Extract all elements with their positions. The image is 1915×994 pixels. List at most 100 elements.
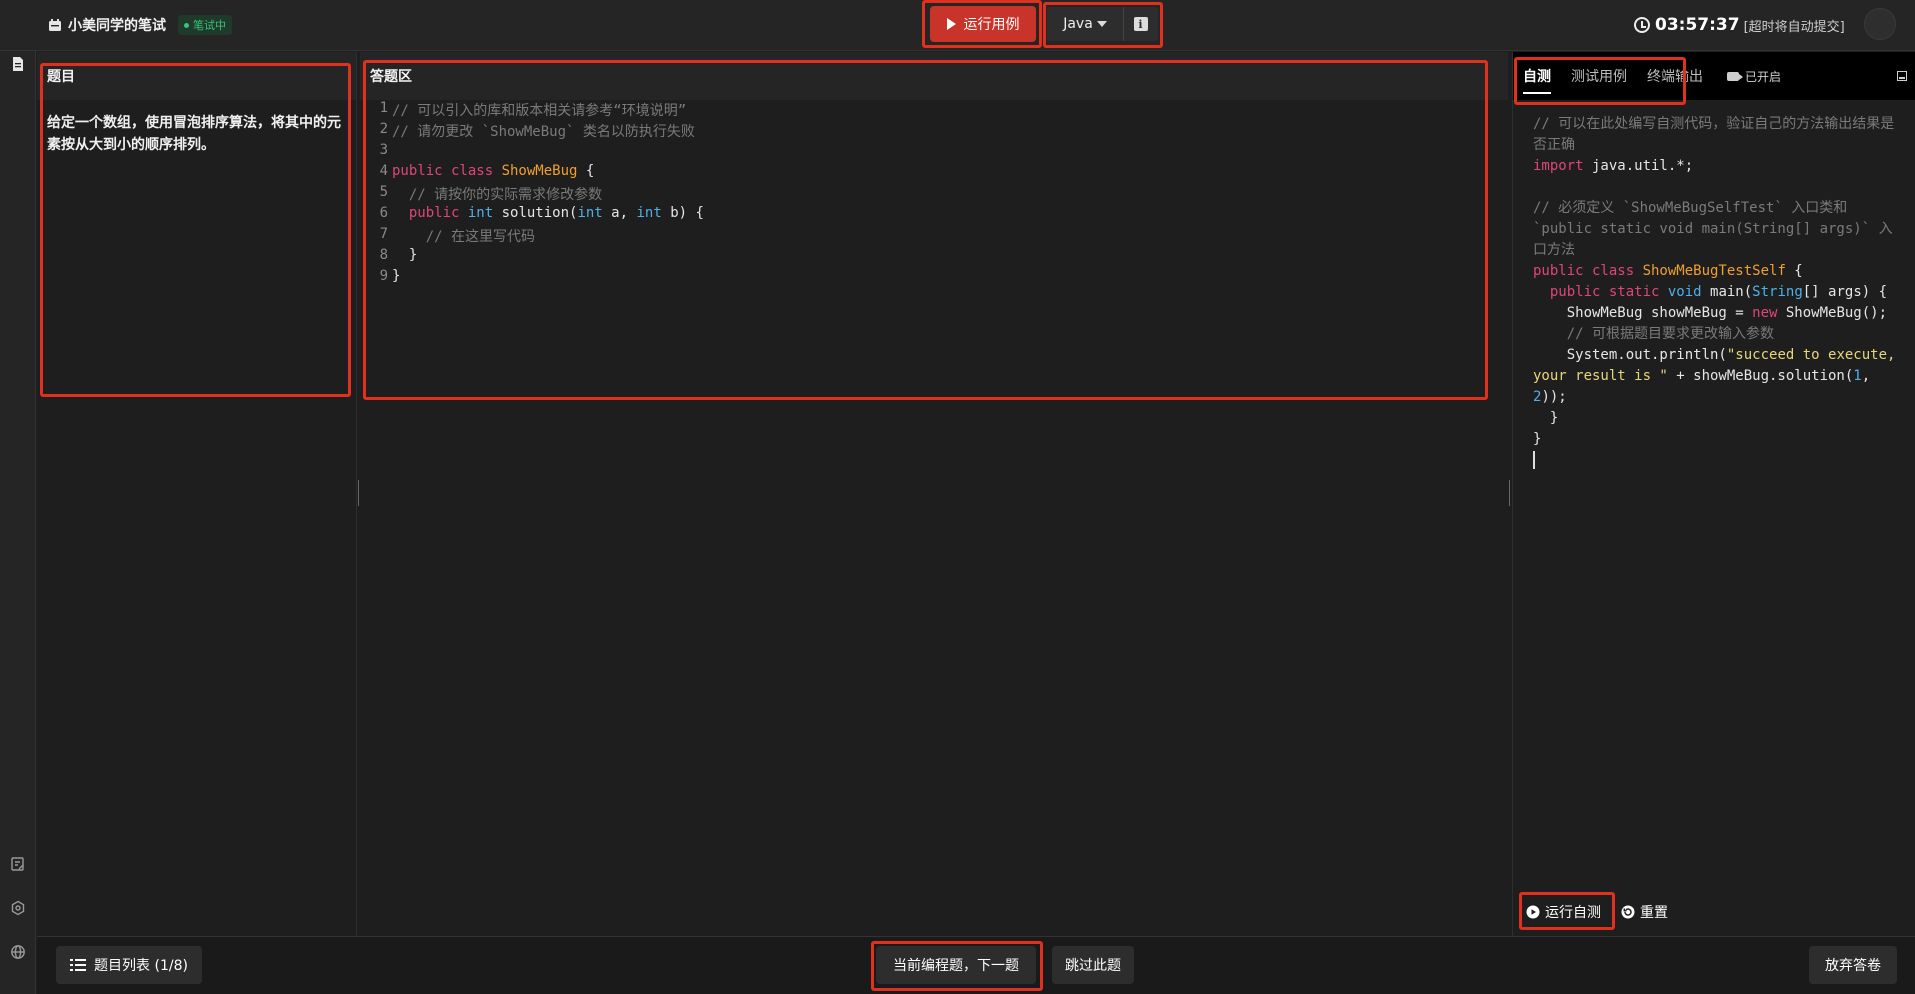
code-token: a, — [602, 205, 637, 221]
next-question-button[interactable]: 当前编程题，下一题 — [876, 946, 1036, 984]
code-text: } — [392, 268, 400, 289]
line-number: 7 — [379, 226, 388, 242]
tab-self-test[interactable]: 自测 — [1513, 52, 1561, 100]
code-token: // 可以在此处编写自测代码，验证自己的方法输出结果是否正确 — [1533, 116, 1895, 153]
code-token: , — [1861, 368, 1879, 384]
code-text: // 请勿更改 `ShowMeBug` 类名以防执行失败 — [392, 121, 695, 142]
language-select[interactable]: Java — [1047, 7, 1123, 41]
code-token: new — [1752, 305, 1778, 321]
skip-question-button[interactable]: 跳过此题 — [1052, 946, 1134, 984]
question-list-label: 题目列表 (1/8) — [94, 958, 188, 974]
timer-value: 03:57:37 — [1655, 15, 1740, 35]
clock-icon — [1634, 17, 1650, 33]
code-token: import — [1533, 158, 1584, 174]
timer-note: [超时将自动提交] — [1743, 19, 1845, 35]
countdown-timer: 03:57:37 [超时将自动提交] — [1634, 13, 1845, 37]
code-token: { — [577, 163, 595, 179]
tab-terminal-output[interactable]: 终端输出 — [1637, 52, 1713, 100]
globe-icon[interactable] — [8, 942, 28, 962]
reset-icon — [1621, 905, 1635, 919]
info-button[interactable]: i — [1123, 7, 1157, 41]
run-self-test-button[interactable]: 运行自测 — [1520, 898, 1607, 926]
code-token: public class — [392, 163, 502, 179]
code-token: // 必须定义 `ShowMeBugSelfTest` 入口类和 `public… — [1533, 200, 1893, 258]
abandon-exam-button[interactable]: 放弃答卷 — [1809, 946, 1897, 984]
self-test-cursor-line — [1533, 450, 1905, 471]
language-toolbar: Java i — [1047, 7, 1158, 41]
code-line: 1// 可以引入的库和版本相关请参考“环境说明” — [360, 100, 1508, 121]
line-number: 4 — [379, 163, 388, 179]
line-number: 1 — [379, 100, 388, 116]
code-line: 4 public class ShowMeBug { — [360, 163, 1508, 184]
self-test-line: System.out.println("succeed to execute, … — [1533, 345, 1905, 408]
run-self-test-label: 运行自测 — [1545, 905, 1601, 921]
code-token: System.out.println( — [1533, 347, 1727, 363]
self-test-editor[interactable]: // 可以在此处编写自测代码，验证自己的方法输出结果是否正确 import jav… — [1513, 100, 1915, 471]
avatar[interactable] — [1864, 8, 1896, 40]
settings-icon[interactable] — [8, 898, 28, 918]
code-token: 1 — [1853, 368, 1862, 384]
code-token: // 请按你的实际需求修改参数 — [392, 187, 603, 203]
self-test-line: public class ShowMeBugTestSelf { — [1533, 261, 1905, 282]
left-sidebar — [0, 0, 36, 994]
code-line: 3 — [360, 142, 1508, 163]
code-token: ShowMeBug showMeBug = — [1533, 305, 1753, 321]
line-number: 6 — [379, 205, 388, 221]
code-token: public class — [1533, 263, 1643, 279]
line-number: 2 — [379, 121, 388, 137]
line-number: 8 — [379, 247, 388, 263]
code-editor[interactable]: 1// 可以引入的库和版本相关请参考“环境说明” 2// 请勿更改 `ShowMe… — [360, 100, 1508, 289]
code-token: // 可根据题目要求更改输入参数 — [1533, 326, 1775, 342]
camera-icon — [1727, 71, 1743, 81]
code-token: } — [1533, 410, 1559, 426]
code-token: ShowMeBug(); — [1777, 305, 1888, 321]
recording-status: 已开启 — [1727, 68, 1781, 85]
run-testcase-label: 运行用例 — [963, 17, 1020, 33]
test-panel: 自测 测试用例 终端输出 已开启 // 可以在此处编写自测代码，验证自己的方法输… — [1512, 52, 1915, 936]
code-token: b) { — [661, 205, 704, 221]
exam-calendar-icon — [49, 19, 61, 31]
code-token: int — [467, 205, 494, 221]
code-token: void — [1667, 284, 1702, 300]
status-badge: 笔试中 — [178, 15, 232, 35]
run-testcase-button[interactable]: 运行用例 — [930, 6, 1036, 42]
tab-test-cases[interactable]: 测试用例 — [1561, 52, 1637, 100]
line-number: 5 — [379, 184, 388, 200]
code-text: } — [392, 247, 417, 268]
play-circle-icon — [1526, 905, 1540, 919]
self-test-line: // 可根据题目要求更改输入参数 — [1533, 324, 1905, 345]
code-token: ShowMeBugTestSelf — [1642, 263, 1786, 279]
code-token: public — [392, 205, 468, 221]
self-test-line: // 可以在此处编写自测代码，验证自己的方法输出结果是否正确 — [1533, 114, 1905, 156]
code-token: main( — [1701, 284, 1753, 300]
problem-panel: 题目 给定一个数组，使用冒泡排序算法，将其中的元素按从大到小的顺序排列。 — [37, 52, 357, 936]
code-line: 8 } — [360, 247, 1508, 268]
code-text: // 在这里写代码 — [392, 226, 535, 247]
self-test-line: import java.util.*; — [1533, 156, 1905, 177]
code-token: public static — [1533, 284, 1668, 300]
code-text: // 请按你的实际需求修改参数 — [392, 184, 602, 205]
code-token: java.util.*; — [1583, 158, 1694, 174]
code-token: solution( — [493, 205, 578, 221]
code-token: String — [1752, 284, 1803, 300]
document-icon[interactable] — [8, 54, 28, 74]
code-line: 9} — [360, 268, 1508, 289]
code-token: } — [392, 247, 418, 263]
reset-label: 重置 — [1640, 905, 1668, 921]
question-list-button[interactable]: 题目列表 (1/8) — [56, 946, 202, 984]
answer-panel: 答题区 1// 可以引入的库和版本相关请参考“环境说明” 2// 请勿更改 `Sh… — [360, 52, 1508, 936]
code-token: + showMeBug.solution( — [1667, 368, 1854, 384]
reset-button[interactable]: 重置 — [1615, 898, 1674, 926]
self-test-line: } — [1533, 408, 1905, 429]
code-line: 7 // 在这里写代码 — [360, 226, 1508, 247]
code-token: // 请勿更改 `ShowMeBug` 类名以防执行失败 — [392, 124, 695, 140]
self-test-actions: 运行自测 重置 — [1520, 898, 1674, 926]
code-line: 2// 请勿更改 `ShowMeBug` 类名以防执行失败 — [360, 121, 1508, 142]
self-test-line — [1533, 177, 1905, 198]
code-token: int — [577, 205, 603, 221]
self-test-line: // 必须定义 `ShowMeBugSelfTest` 入口类和 `public… — [1533, 198, 1905, 261]
notes-icon[interactable] — [8, 854, 28, 874]
caret-down-icon — [1096, 21, 1107, 27]
minimize-icon[interactable] — [1897, 71, 1907, 81]
test-tabs: 自测 测试用例 终端输出 已开启 — [1513, 52, 1915, 100]
